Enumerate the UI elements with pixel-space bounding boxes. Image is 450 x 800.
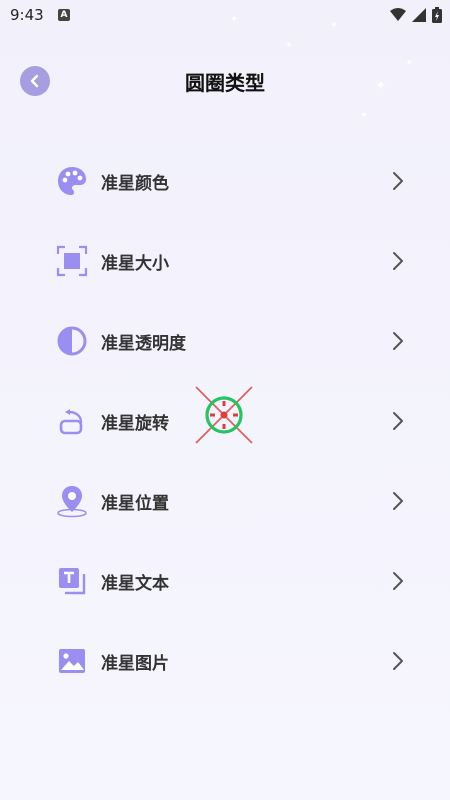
status-time: 9:43	[10, 6, 44, 24]
chevron-right-icon	[393, 412, 403, 430]
chevron-right-icon	[393, 572, 403, 590]
signal-icon	[412, 8, 426, 22]
menu-item-crosshair-image[interactable]: 准星图片	[0, 631, 450, 691]
menu-item-label: 准星大小	[101, 254, 169, 274]
menu-item-label: 准星文本	[101, 574, 169, 594]
battery-icon	[432, 7, 442, 23]
chevron-right-icon	[393, 492, 403, 510]
status-icons	[390, 7, 442, 23]
crosshair-overlay-icon[interactable]	[193, 384, 255, 446]
chevron-right-icon	[393, 172, 403, 190]
location-pin-icon	[55, 484, 89, 518]
text-box-icon	[55, 564, 89, 598]
menu-item-crosshair-color[interactable]: 准星颜色	[0, 151, 450, 211]
notification-badge: A	[58, 9, 70, 21]
menu-item-crosshair-opacity[interactable]: 准星透明度	[0, 311, 450, 371]
image-icon	[55, 644, 89, 678]
menu-item-crosshair-position[interactable]: 准星位置	[0, 471, 450, 531]
chevron-right-icon	[393, 252, 403, 270]
status-bar: 9:43 A	[0, 0, 450, 30]
header: 圆圈类型	[0, 55, 450, 105]
page-title: 圆圈类型	[185, 71, 265, 95]
chevron-right-icon	[393, 652, 403, 670]
menu-item-label: 准星旋转	[101, 414, 169, 434]
menu-item-label: 准星图片	[101, 654, 169, 674]
menu-item-label: 准星颜色	[101, 174, 169, 194]
menu-item-label: 准星位置	[101, 494, 169, 514]
menu-item-crosshair-size[interactable]: 准星大小	[0, 231, 450, 291]
chevron-right-icon	[393, 332, 403, 350]
sparkle-icon: ✦	[285, 40, 294, 51]
menu-item-label: 准星透明度	[101, 334, 186, 354]
contrast-icon	[55, 324, 89, 358]
resize-square-icon	[55, 244, 89, 278]
menu-item-crosshair-text[interactable]: 准星文本	[0, 551, 450, 611]
sparkle-icon: ✦	[360, 110, 369, 121]
wifi-icon	[390, 8, 406, 21]
screen: ✦ ✦ ✦ ✦ ✦ ✦ 9:43 A 圆圈类型 准星颜色 准星大小 准星透明度 …	[0, 0, 450, 800]
rotate-icon	[55, 404, 89, 438]
palette-icon	[55, 164, 89, 198]
